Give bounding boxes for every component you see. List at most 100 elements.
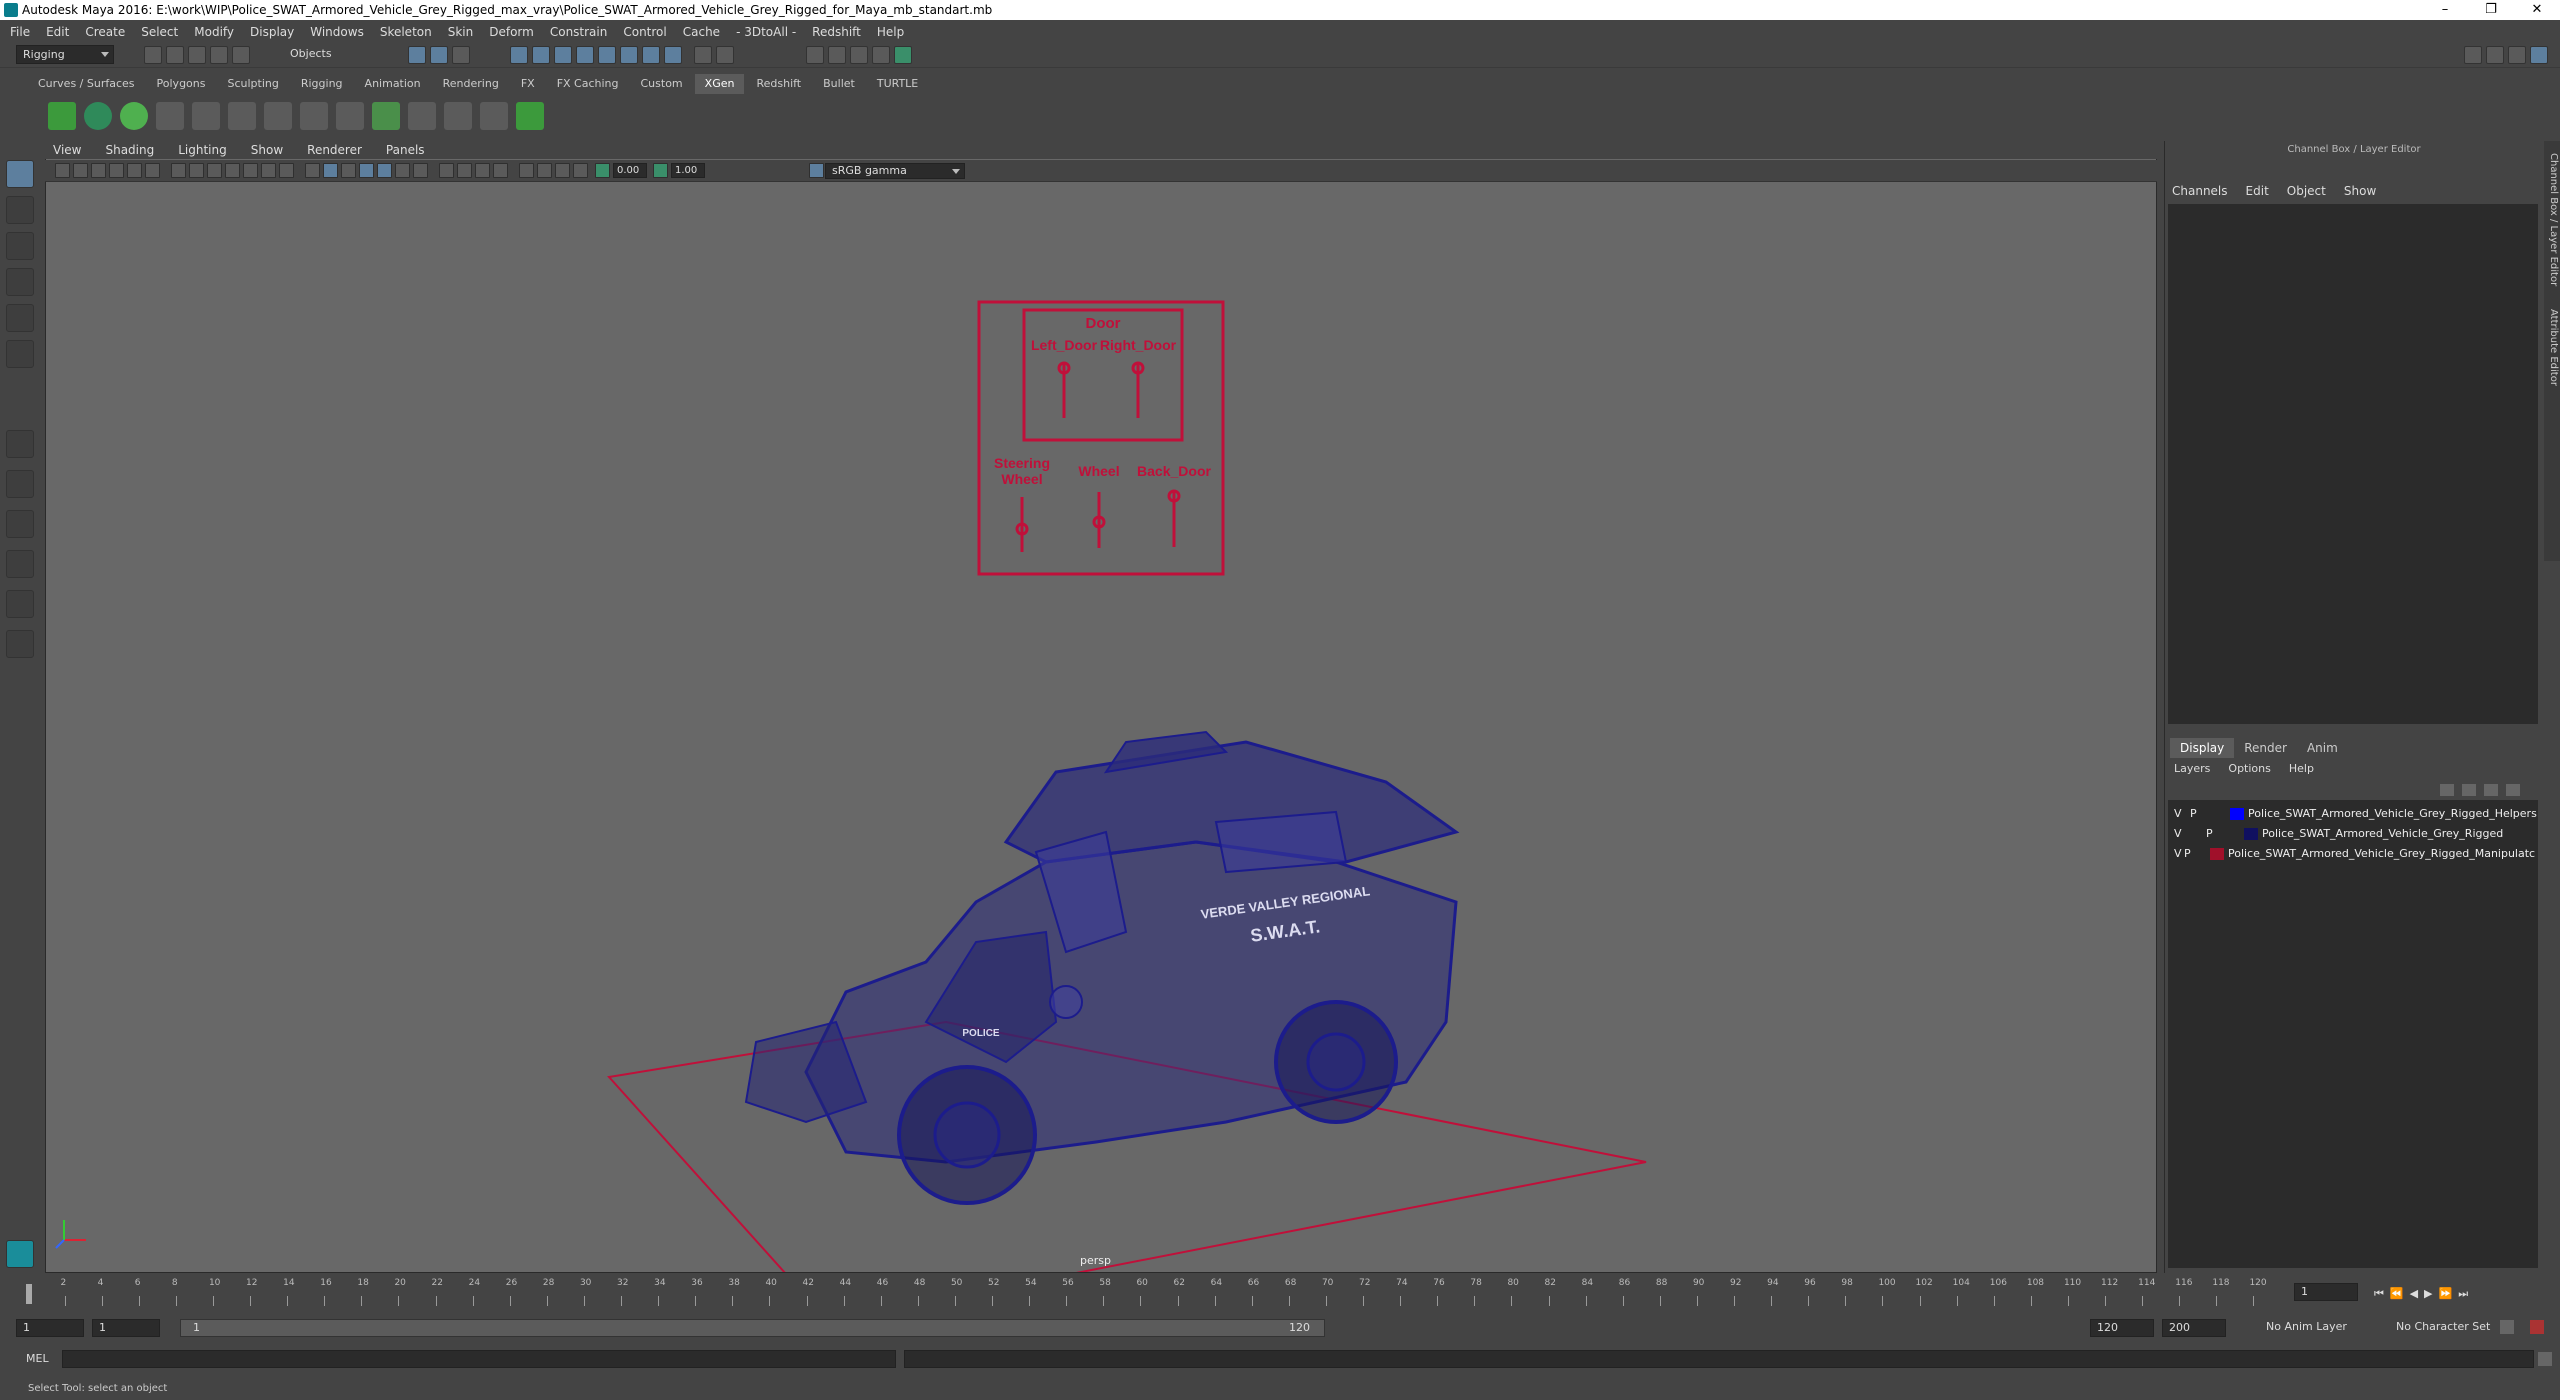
isolate-select-icon[interactable] xyxy=(519,163,534,178)
wireframe-icon[interactable] xyxy=(305,163,320,178)
restore-button[interactable]: ❐ xyxy=(2468,0,2514,20)
comb-icon[interactable] xyxy=(444,102,472,130)
layer-color-swatch[interactable] xyxy=(2210,848,2224,860)
grid-icon[interactable] xyxy=(171,163,186,178)
exposure-icon[interactable] xyxy=(595,163,610,178)
move-tool-icon[interactable] xyxy=(6,268,34,296)
lock-icon[interactable] xyxy=(694,46,712,64)
command-input[interactable] xyxy=(62,1350,896,1368)
menu-help[interactable]: Help xyxy=(877,25,904,39)
anim-layer-dropdown[interactable]: No Anim Layer xyxy=(2266,1320,2347,1333)
workspace-icon[interactable] xyxy=(2464,46,2482,64)
menu-3dtoall[interactable]: - 3DtoAll - xyxy=(736,25,796,39)
minimize-button[interactable]: – xyxy=(2422,0,2468,20)
channel-box-menu-object[interactable]: Object xyxy=(2287,184,2326,198)
tab-display[interactable]: Display xyxy=(2170,738,2235,758)
layer-row[interactable]: V P Police_SWAT_Armored_Vehicle_Grey_Rig… xyxy=(2168,804,2538,824)
channel-box-toggle-icon[interactable] xyxy=(2530,46,2548,64)
ipr-render-icon[interactable] xyxy=(850,46,868,64)
rotate-tool-icon[interactable] xyxy=(6,304,34,332)
color-management-icon[interactable] xyxy=(809,163,824,178)
image-plane-icon[interactable] xyxy=(109,163,124,178)
open-scene-icon[interactable] xyxy=(166,46,184,64)
xray-icon[interactable] xyxy=(537,163,552,178)
render-settings-icon[interactable] xyxy=(872,46,890,64)
viewport-menu-renderer[interactable]: Renderer xyxy=(307,143,362,157)
layer-color-swatch[interactable] xyxy=(2230,808,2244,820)
place-guides-icon[interactable] xyxy=(156,102,184,130)
playback-end-field[interactable]: 120 xyxy=(2090,1319,2154,1337)
render-view-icon[interactable] xyxy=(806,46,824,64)
outliner-layout-icon[interactable] xyxy=(6,590,34,618)
current-time-indicator[interactable] xyxy=(26,1284,32,1304)
layer-color-swatch[interactable] xyxy=(2244,828,2258,840)
persp-graph-layout-icon[interactable] xyxy=(6,550,34,578)
sculpt-guides-icon[interactable] xyxy=(192,102,220,130)
rebuild-guides-icon[interactable] xyxy=(264,102,292,130)
single-perspective-layout-icon[interactable] xyxy=(6,430,34,458)
layer-stack-icon[interactable] xyxy=(372,102,400,130)
range-slider[interactable]: 1 120 xyxy=(180,1319,1325,1337)
snap-curve-icon[interactable] xyxy=(532,46,550,64)
menu-edit[interactable]: Edit xyxy=(46,25,69,39)
hypershade-layout-icon[interactable] xyxy=(6,630,34,658)
textured-icon[interactable] xyxy=(377,163,392,178)
menu-modify[interactable]: Modify xyxy=(194,25,234,39)
menu-skeleton[interactable]: Skeleton xyxy=(380,25,432,39)
tab-render[interactable]: Render xyxy=(2234,738,2297,758)
smooth-shade-icon[interactable] xyxy=(323,163,338,178)
four-view-layout-icon[interactable] xyxy=(6,470,34,498)
shelf-tab-bullet[interactable]: Bullet xyxy=(813,74,865,94)
viewport-menu-show[interactable]: Show xyxy=(251,143,283,157)
backface-culling-icon[interactable] xyxy=(573,163,588,178)
field-chart-icon[interactable] xyxy=(243,163,258,178)
new-empty-layer-icon[interactable] xyxy=(2484,784,2498,796)
hypershade-icon[interactable] xyxy=(894,46,912,64)
shelf-tab-fx-caching[interactable]: FX Caching xyxy=(547,74,629,94)
tab-anim[interactable]: Anim xyxy=(2297,738,2348,758)
layer-playback-toggle[interactable]: P xyxy=(2206,824,2213,844)
animation-end-field[interactable]: 200 xyxy=(2162,1319,2226,1337)
bookmark-icon[interactable] xyxy=(91,163,106,178)
gate-mask-icon[interactable] xyxy=(225,163,240,178)
safe-action-icon[interactable] xyxy=(261,163,276,178)
menu-deform[interactable]: Deform xyxy=(489,25,534,39)
film-gate-icon[interactable] xyxy=(189,163,204,178)
select-camera-icon[interactable] xyxy=(55,163,70,178)
new-scene-icon[interactable] xyxy=(144,46,162,64)
layer-menu-options[interactable]: Options xyxy=(2228,762,2270,775)
playback-start-field[interactable]: 1 xyxy=(92,1319,160,1337)
shelf-tab-redshift[interactable]: Redshift xyxy=(746,74,811,94)
playback-buttons[interactable]: ⏮⏪◀▶⏩⏭ xyxy=(2374,1287,2474,1301)
snap-point-icon[interactable] xyxy=(554,46,572,64)
shadows-icon[interactable] xyxy=(413,163,428,178)
viewport-menu-panels[interactable]: Panels xyxy=(386,143,425,157)
layer-playback-toggle[interactable]: P xyxy=(2190,804,2197,824)
layer-row[interactable]: V P Police_SWAT_Armored_Vehicle_Grey_Rig… xyxy=(2168,844,2538,864)
shelf-tab-curves[interactable]: Curves / Surfaces xyxy=(28,74,145,94)
menu-control[interactable]: Control xyxy=(623,25,666,39)
use-all-lights-icon[interactable] xyxy=(395,163,410,178)
close-button[interactable]: ✕ xyxy=(2514,0,2560,20)
menu-skin[interactable]: Skin xyxy=(448,25,474,39)
move-layer-up-icon[interactable] xyxy=(2440,784,2454,796)
wireframe-on-shaded-icon[interactable] xyxy=(359,163,374,178)
layer-menu-help[interactable]: Help xyxy=(2289,762,2314,775)
select-by-object-icon[interactable] xyxy=(430,46,448,64)
channel-box-body[interactable] xyxy=(2168,204,2538,724)
xgen-preview-icon[interactable] xyxy=(516,102,544,130)
viewport-menu-lighting[interactable]: Lighting xyxy=(178,143,227,157)
snap-grid-icon[interactable] xyxy=(510,46,528,64)
redo-icon[interactable] xyxy=(232,46,250,64)
current-frame-field[interactable]: 1 xyxy=(2294,1283,2358,1301)
history-icon[interactable] xyxy=(620,46,638,64)
shelf-tab-rigging[interactable]: Rigging xyxy=(291,74,353,94)
gamma-icon[interactable] xyxy=(653,163,668,178)
side-tab-channel-box[interactable]: Channel Box / Layer Editor xyxy=(2545,153,2559,286)
snap-live-icon[interactable] xyxy=(598,46,616,64)
lasso-tool-icon[interactable] xyxy=(6,196,34,224)
xray-joints-icon[interactable] xyxy=(555,163,570,178)
side-tab-attribute-editor[interactable]: Attribute Editor xyxy=(2545,309,2559,386)
cut-icon[interactable] xyxy=(480,102,508,130)
menu-create[interactable]: Create xyxy=(85,25,125,39)
